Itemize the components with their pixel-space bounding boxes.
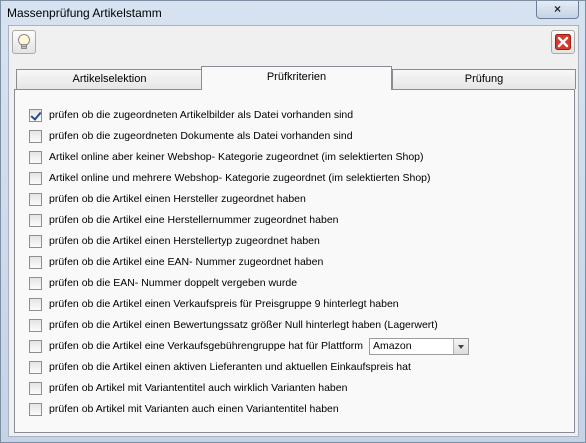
criterion-label: prüfen ob die Artikel eine Verkaufsgebüh… — [49, 340, 364, 352]
criterion-label: prüfen ob die Artikel einen Herstellerty… — [49, 235, 320, 247]
criterion-row[interactable]: prüfen ob die Artikel einen aktiven Lief… — [29, 360, 411, 374]
criterion-row[interactable]: prüfen ob die Artikel einen Bewertungssa… — [29, 318, 438, 332]
hint-button[interactable] — [12, 30, 36, 54]
criterion-checkbox[interactable] — [29, 255, 42, 269]
window-title: Massenprüfung Artikelstamm — [7, 6, 162, 20]
chevron-down-icon[interactable] — [453, 338, 469, 354]
criterion-label: prüfen ob die EAN- Nummer doppelt vergeb… — [49, 277, 298, 289]
criterion-checkbox[interactable] — [29, 360, 42, 374]
criterion-row[interactable]: prüfen ob Artikel mit Variantentitel auc… — [29, 381, 347, 395]
criterion-row[interactable]: prüfen ob die zugeordneten Artikelbilder… — [29, 108, 353, 122]
criterion-checkbox[interactable] — [29, 297, 42, 311]
criterion-row[interactable]: prüfen ob die zugeordneten Dokumente als… — [29, 129, 353, 143]
criterion-checkbox[interactable] — [29, 318, 42, 332]
title-bar: Massenprüfung Artikelstamm × — [1, 1, 585, 25]
criterion-row[interactable]: prüfen ob die Artikel einen Hersteller z… — [29, 192, 306, 206]
criterion-row[interactable]: prüfen ob die Artikel einen Verkaufsprei… — [29, 297, 399, 311]
client-area: Artikelselektion Prüfkriterien Prüfung p… — [8, 25, 579, 437]
criterion-label: prüfen ob die zugeordneten Dokumente als… — [49, 130, 353, 142]
criterion-row[interactable]: prüfen ob die EAN- Nummer doppelt vergeb… — [29, 276, 297, 290]
criterion-row[interactable]: Artikel online aber keiner Webshop- Kate… — [29, 150, 424, 164]
criteria-panel: prüfen ob die zugeordneten Artikelbilder… — [14, 89, 575, 433]
close-button[interactable] — [551, 30, 575, 54]
criterion-label: prüfen ob die Artikel eine Herstellernum… — [49, 214, 339, 226]
tab-pruefkriterien[interactable]: Prüfkriterien — [201, 66, 392, 90]
criterion-checkbox[interactable] — [29, 339, 42, 353]
criterion-row[interactable]: prüfen ob die Artikel eine EAN- Nummer z… — [29, 255, 323, 269]
criterion-row[interactable]: prüfen ob Artikel mit Varianten auch ein… — [29, 402, 339, 416]
criterion-label: Artikel online aber keiner Webshop- Kate… — [49, 151, 424, 163]
criterion-label: prüfen ob die Artikel einen Hersteller z… — [49, 193, 306, 205]
platform-select[interactable]: Amazon — [369, 337, 470, 355]
criterion-label: prüfen ob Artikel mit Varianten auch ein… — [49, 403, 339, 415]
criterion-checkbox[interactable] — [29, 234, 42, 248]
tab-control: Artikelselektion Prüfkriterien Prüfung p… — [14, 66, 576, 433]
criterion-checkbox[interactable] — [29, 402, 42, 416]
criterion-checkbox[interactable] — [29, 276, 42, 290]
criterion-row[interactable]: prüfen ob die Artikel einen Herstellerty… — [29, 234, 320, 248]
criterion-label: prüfen ob die Artikel einen aktiven Lief… — [49, 361, 411, 373]
criterion-label: prüfen ob die Artikel einen Verkaufsprei… — [49, 298, 399, 310]
criterion-label: prüfen ob Artikel mit Variantentitel auc… — [49, 382, 348, 394]
criterion-checkbox[interactable] — [29, 213, 42, 227]
criterion-checkbox[interactable] — [29, 192, 42, 206]
tab-pruefung[interactable]: Prüfung — [392, 69, 576, 89]
criterion-label: Artikel online und mehrere Webshop- Kate… — [49, 172, 431, 184]
criterion-checkbox[interactable] — [29, 129, 42, 143]
criterion-checkbox[interactable] — [29, 150, 42, 164]
criterion-row[interactable]: prüfen ob die Artikel eine Verkaufsgebüh… — [29, 337, 470, 355]
criterion-row[interactable]: Artikel online und mehrere Webshop- Kate… — [29, 171, 431, 185]
criterion-label: prüfen ob die Artikel einen Bewertungssa… — [49, 319, 438, 331]
tab-artikelselektion[interactable]: Artikelselektion — [16, 69, 203, 89]
criterion-checkbox[interactable] — [29, 171, 42, 185]
toolbar — [9, 26, 578, 59]
criterion-label: prüfen ob die zugeordneten Artikelbilder… — [49, 109, 354, 121]
dialog-window: Massenprüfung Artikelstamm × Artikelsele… — [0, 0, 586, 443]
close-x-icon — [555, 34, 571, 50]
lightbulb-icon — [18, 34, 30, 49]
window-close-button[interactable]: × — [536, 1, 579, 19]
platform-select-value: Amazon — [373, 339, 412, 352]
criterion-label: prüfen ob die Artikel eine EAN- Nummer z… — [49, 256, 324, 268]
criterion-checkbox[interactable] — [29, 108, 42, 122]
criterion-checkbox[interactable] — [29, 381, 42, 395]
criterion-row[interactable]: prüfen ob die Artikel eine Herstellernum… — [29, 213, 339, 227]
